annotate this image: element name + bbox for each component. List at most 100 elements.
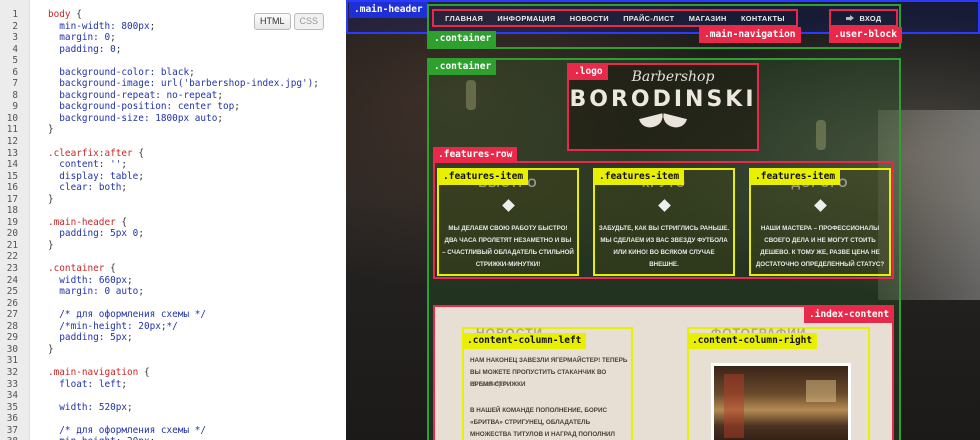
code-token: { bbox=[104, 263, 116, 275]
css-editor-pane[interactable]: 1 body {2 min-width: 800px; 3 margin: 0; 4 … bbox=[0, 0, 346, 440]
gallery-photo[interactable] bbox=[711, 363, 851, 440]
code-token: 520px bbox=[98, 401, 128, 413]
line-number: 3 bbox=[12, 32, 18, 44]
features-item-tag: .features-item bbox=[438, 169, 529, 185]
line-number: 12 bbox=[6, 136, 18, 148]
code-token: body bbox=[48, 9, 71, 20]
nav-item-contacts[interactable]: КОНТАКТЫ bbox=[741, 14, 785, 23]
code-line: 18 bbox=[0, 205, 346, 217]
code-token: display: bbox=[48, 170, 111, 182]
line-number: 32 bbox=[6, 366, 18, 378]
code-token: background-position: bbox=[48, 101, 178, 113]
line-number: 37 bbox=[6, 424, 18, 436]
code-token: no-repeat bbox=[166, 89, 218, 101]
code-token: .main-header bbox=[48, 216, 116, 228]
code-token: ; bbox=[150, 436, 156, 440]
line-number: 29 bbox=[6, 332, 18, 344]
line-number: 11 bbox=[6, 124, 18, 136]
line-number: 35 bbox=[6, 401, 18, 413]
code-line: 33 float: left; bbox=[0, 379, 346, 391]
line-number: 1 bbox=[12, 9, 18, 20]
content-column-left-tag: .content-column-left bbox=[462, 333, 587, 349]
code-token: 5px bbox=[110, 332, 128, 344]
css-button[interactable]: CSS bbox=[293, 13, 325, 30]
line-number: 30 bbox=[6, 343, 18, 355]
code-token: min-width: bbox=[48, 20, 122, 32]
code-text: } bbox=[48, 124, 54, 136]
code-token: 20px bbox=[127, 436, 150, 440]
code-token: } bbox=[48, 193, 54, 205]
layout-preview-pane: .main-header .container ГЛАВНАЯ ИНФОРМАЦ… bbox=[346, 0, 980, 440]
code-token: ; bbox=[138, 286, 144, 298]
code-text: /*min-height: 20px;*/ bbox=[48, 321, 178, 333]
nav-item-news[interactable]: НОВОСТИ bbox=[570, 14, 609, 23]
container-tag: .container bbox=[429, 31, 497, 47]
code-line: 12 bbox=[0, 136, 346, 148]
code-text: content: ''; bbox=[48, 159, 127, 171]
user-block-tag: .user-block bbox=[829, 27, 902, 43]
code-text: background-repeat: no-repeat; bbox=[48, 90, 223, 102]
code-text: body { bbox=[48, 9, 82, 21]
code-area[interactable]: 1 body {2 min-width: 800px; 3 margin: 0; 4 … bbox=[0, 9, 346, 440]
nav-item-shop[interactable]: МАГАЗИН bbox=[689, 14, 727, 23]
line-number: 8 bbox=[12, 89, 18, 101]
code-text: .main-navigation { bbox=[48, 367, 150, 379]
code-text: margin: 0 auto; bbox=[48, 286, 144, 298]
code-text: .main-header { bbox=[48, 217, 127, 229]
code-token: both bbox=[98, 182, 122, 194]
code-text: background-image: url('barbershop-index.… bbox=[48, 78, 319, 90]
nav-item-home[interactable]: ГЛАВНАЯ bbox=[445, 14, 483, 23]
code-token: ; bbox=[189, 66, 195, 78]
diamond-icon bbox=[657, 199, 671, 212]
line-number: 15 bbox=[6, 170, 18, 182]
code-token: { bbox=[138, 366, 150, 378]
code-token: ; bbox=[127, 274, 133, 286]
code-token: black bbox=[160, 66, 190, 78]
code-token: .clearfix:after bbox=[48, 147, 133, 159]
code-line: 31 bbox=[0, 355, 346, 367]
feature-text: МЫ ДЕЛАЕМ СВОЮ РАБОТУ БЫСТРО! ДВА ЧАСА П… bbox=[442, 225, 574, 268]
login-link[interactable]: ВХОД bbox=[860, 14, 882, 23]
code-text: clear: both; bbox=[48, 182, 127, 194]
nav-item-info[interactable]: ИНФОРМАЦИЯ bbox=[497, 14, 555, 23]
code-token: .container bbox=[48, 263, 105, 275]
code-text: /* для оформления схемы */ bbox=[48, 309, 206, 321]
code-text: .container { bbox=[48, 263, 116, 275]
code-text: float: left; bbox=[48, 379, 127, 391]
news-item-text[interactable]: В НАШЕЙ КОМАНДЕ ПОПОЛНЕНИЕ, БОРИС «БРИТВ… bbox=[470, 405, 630, 440]
code-token: background-image: bbox=[48, 78, 161, 90]
code-line: 13 .clearfix:after { bbox=[0, 148, 346, 160]
code-token: ; bbox=[127, 401, 133, 413]
code-line: 24 width: 660px; bbox=[0, 275, 346, 287]
code-token: ; bbox=[313, 78, 319, 90]
code-text: display: table; bbox=[48, 171, 144, 183]
line-number: 34 bbox=[6, 390, 18, 402]
code-line: 21} bbox=[0, 240, 346, 252]
line-number: 9 bbox=[12, 101, 18, 113]
line-number: 17 bbox=[6, 193, 18, 205]
code-text: min-width: 800px; bbox=[48, 21, 155, 33]
line-number: 28 bbox=[6, 320, 18, 332]
line-number: 31 bbox=[6, 355, 18, 367]
line-number: 33 bbox=[6, 378, 18, 390]
code-line: 15 display: table; bbox=[0, 171, 346, 183]
code-token: ; bbox=[234, 101, 240, 113]
code-token: margin: bbox=[48, 32, 105, 44]
nav-item-prices[interactable]: ПРАЙС-ЛИСТ bbox=[623, 14, 674, 23]
code-text: background-size: 1800px auto; bbox=[48, 113, 223, 125]
html-button[interactable]: HTML bbox=[254, 13, 291, 30]
code-token: 800px bbox=[121, 20, 150, 32]
user-block[interactable]: ВХОД bbox=[829, 9, 898, 27]
code-token: /* для оформления схемы */ bbox=[48, 309, 207, 321]
feature-text: НАШИ МАСТЕРА – ПРОФЕССИОНАЛЫ СВОЕГО ДЕЛА… bbox=[755, 225, 885, 268]
code-line: 26 bbox=[0, 298, 346, 310]
main-header-tag: .main-header bbox=[349, 2, 428, 18]
main-navigation: ГЛАВНАЯ ИНФОРМАЦИЯ НОВОСТИ ПРАЙС-ЛИСТ МА… bbox=[432, 9, 798, 27]
view-toggle: HTML CSS bbox=[254, 13, 325, 30]
code-line: 8 background-repeat: no-repeat; bbox=[0, 90, 346, 102]
code-token: /* для оформления схемы */ bbox=[48, 424, 207, 436]
code-line: 35 width: 520px; bbox=[0, 402, 346, 414]
code-line: 16 clear: both; bbox=[0, 182, 346, 194]
code-line: 22 bbox=[0, 251, 346, 263]
logo-script-text: Barbershop bbox=[631, 69, 715, 85]
